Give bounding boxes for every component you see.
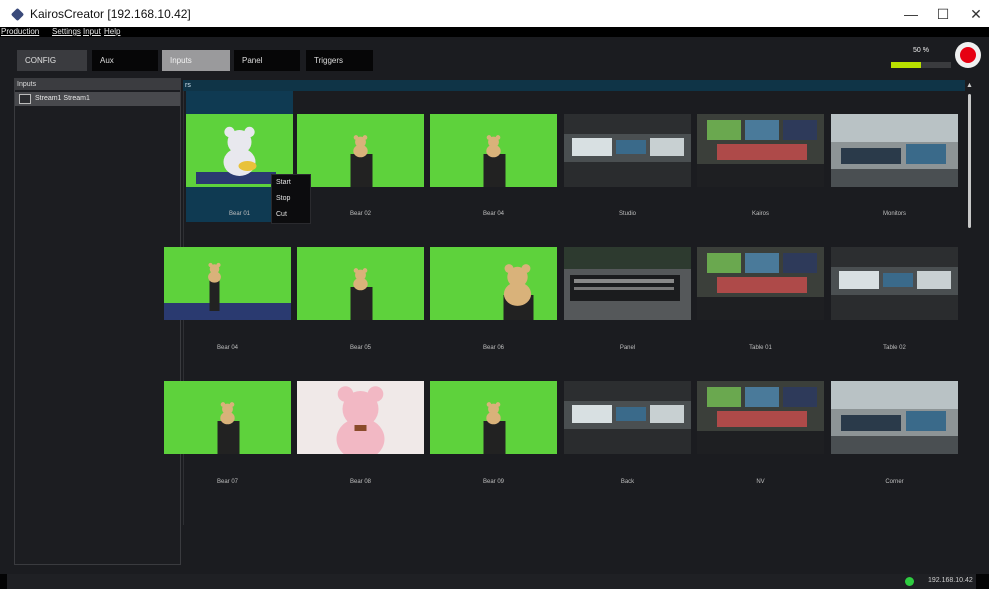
aux-tab[interactable]: Aux — [92, 50, 158, 71]
input-thumbnail[interactable] — [564, 381, 691, 454]
thumbnail-image — [831, 114, 958, 187]
grid-header: rs — [183, 80, 965, 91]
input-thumbnail[interactable] — [297, 381, 424, 454]
scroll-up-icon[interactable]: ▲ — [966, 82, 973, 89]
level-meter-fill — [891, 62, 921, 68]
status-area — [7, 574, 976, 589]
inputs-panel: Inputs Stream1 Stream1 — [14, 78, 181, 565]
thumbnail-image — [564, 381, 691, 454]
thumbnail-image — [831, 381, 958, 454]
thumbnail-image — [164, 247, 291, 320]
context-stop[interactable]: Stop — [276, 195, 290, 202]
menu-production[interactable]: Production — [1, 27, 39, 37]
thumbnail-image — [831, 247, 958, 320]
thumbnail-image — [297, 247, 424, 320]
thumbnail-image — [164, 381, 291, 454]
input-tile-label: Bear 06 — [482, 345, 504, 351]
input-list-item[interactable]: Stream1 Stream1 — [15, 92, 180, 106]
window-title: KairosCreator [192.168.10.42] — [30, 7, 191, 21]
input-thumbnail[interactable] — [430, 381, 557, 454]
menu-settings[interactable]: Settings — [52, 27, 81, 37]
context-menu: Start Stop Cut — [271, 174, 311, 224]
input-thumbnail[interactable] — [430, 247, 557, 320]
scroll-thumb[interactable] — [968, 94, 971, 228]
input-tile-label: NV — [756, 479, 765, 485]
thumbnail-image — [697, 381, 824, 454]
input-list-item-label: Stream1 Stream1 — [35, 95, 90, 102]
thumbnail-image — [564, 247, 691, 320]
menu-help[interactable]: Help — [104, 27, 120, 37]
status-bar: 192.168.10.42 — [0, 574, 989, 589]
inputs-panel-header: Inputs — [15, 79, 180, 90]
input-thumbnail[interactable] — [564, 114, 691, 187]
input-thumbnail[interactable] — [831, 247, 958, 320]
record-button[interactable] — [955, 42, 981, 68]
input-tile-label: Bear 07 — [216, 479, 238, 485]
input-tile-label: Kairos — [751, 211, 769, 217]
input-thumbnail[interactable] — [697, 114, 824, 187]
input-tile-label: Panel — [619, 345, 636, 351]
thumbnail-image — [697, 247, 824, 320]
thumbnail-image — [297, 114, 424, 187]
thumbnail-image — [564, 114, 691, 187]
input-tile-label: Table 01 — [749, 345, 772, 351]
record-icon — [960, 47, 976, 63]
thumbnail-image — [430, 381, 557, 454]
window-title-bar: KairosCreator [192.168.10.42] — ☐ ✕ — [0, 0, 989, 27]
inputs-tab[interactable]: Inputs — [162, 50, 230, 71]
context-start[interactable]: Start — [276, 179, 291, 186]
input-thumbnail[interactable] — [697, 381, 824, 454]
app-logo-icon — [10, 7, 25, 22]
config-button[interactable]: CONFIG — [17, 50, 87, 71]
thumbnail-image — [297, 381, 424, 454]
input-tile-label: Corner — [885, 479, 904, 485]
input-thumbnail[interactable] — [831, 114, 958, 187]
input-tile-label: Bear 04 — [216, 345, 238, 351]
minimize-button[interactable]: — — [896, 4, 926, 24]
menu-input[interactable]: Input — [83, 27, 101, 37]
level-meter — [891, 62, 951, 68]
input-thumbnail[interactable] — [297, 114, 424, 187]
input-tile-label: Monitors — [882, 211, 906, 217]
triggers-tab[interactable]: Triggers — [306, 50, 373, 71]
input-tile-label: Bear 02 — [349, 211, 371, 217]
input-tile-label: Table 02 — [883, 345, 906, 351]
level-percent-label: 50 % — [913, 47, 929, 54]
menu-bar: Production Settings Input Help — [0, 27, 989, 37]
input-thumbnail[interactable] — [564, 247, 691, 320]
connection-ok-icon — [905, 577, 914, 586]
input-tile-label: Bear 09 — [482, 479, 504, 485]
input-thumbnail[interactable] — [831, 381, 958, 454]
input-tile-label: Bear 04 — [482, 211, 504, 217]
input-tile-label: Back — [620, 479, 635, 485]
panel-tab[interactable]: Panel — [234, 50, 300, 71]
input-thumbnail[interactable] — [297, 247, 424, 320]
stream-icon — [19, 94, 31, 104]
input-tile-label: Bear 05 — [349, 345, 371, 351]
thumbnail-image — [430, 247, 557, 320]
close-button[interactable]: ✕ — [961, 4, 989, 24]
input-thumbnail[interactable] — [697, 247, 824, 320]
input-thumbnail[interactable] — [430, 114, 557, 187]
input-thumbnail[interactable] — [164, 247, 291, 320]
input-tile-label: Bear 08 — [349, 479, 371, 485]
input-thumbnail[interactable] — [164, 381, 291, 454]
status-ip: 192.168.10.42 — [928, 577, 973, 584]
thumbnail-image — [430, 114, 557, 187]
input-tile-label: Studio — [618, 211, 636, 217]
context-cut[interactable]: Cut — [276, 211, 287, 218]
grid-scrollbar[interactable]: ▲ — [965, 80, 974, 525]
app-main: Production Settings Input Help CONFIG Au… — [0, 27, 989, 589]
maximize-button[interactable]: ☐ — [928, 4, 958, 24]
thumbnail-image — [697, 114, 824, 187]
